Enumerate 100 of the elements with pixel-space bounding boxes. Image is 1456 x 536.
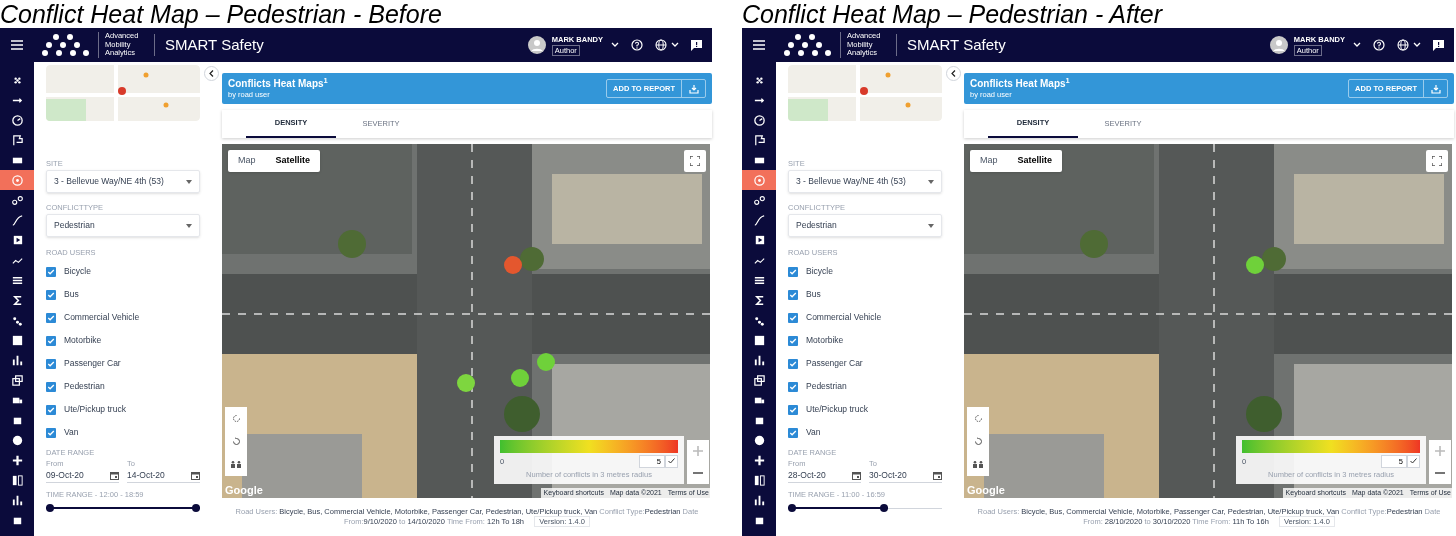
download-icon [1430, 83, 1441, 94]
flag-icon [10, 133, 24, 147]
checkbox-label: Motorbike [64, 334, 102, 347]
globe-icon[interactable] [655, 39, 667, 51]
curve-icon [10, 213, 24, 227]
caret-down-icon [928, 223, 934, 228]
bar-chart-icon [752, 353, 766, 367]
date-field[interactable]: 09-Oct-20 [46, 468, 119, 483]
checkbox-label: Ute/Pickup truck [806, 403, 868, 416]
slider-thumb[interactable] [192, 504, 200, 512]
checkmark-icon [789, 313, 797, 322]
conflict-type-dropdown[interactable]: Pedestrian [46, 214, 200, 237]
checkbox[interactable] [46, 381, 56, 392]
checkmark-icon [47, 313, 55, 322]
checkbox[interactable] [788, 427, 798, 438]
calendar-icon[interactable] [933, 470, 942, 480]
chevron-down-icon[interactable] [1353, 42, 1361, 48]
site-dropdown[interactable]: 3 - Bellevue Way/NE 4th (53) [788, 170, 942, 193]
checkmark-icon [789, 405, 797, 414]
checkmark-icon [789, 267, 797, 276]
menu-icon [753, 40, 765, 50]
caret-down-icon [186, 223, 192, 228]
app-title: SMART Safety [896, 34, 1006, 56]
fullscreen-icon [690, 156, 700, 166]
checkbox-label: Ute/Pickup truck [64, 403, 126, 416]
slider-thumb[interactable] [788, 504, 796, 512]
checkbox[interactable] [788, 312, 798, 323]
checkbox[interactable] [46, 312, 56, 323]
rotate-icon [973, 414, 983, 423]
checkbox-label: Commercial Vehicle [64, 311, 140, 324]
site-dropdown[interactable]: 3 - Bellevue Way/NE 4th (53) [46, 170, 200, 193]
chevron-down-icon[interactable] [1413, 42, 1421, 48]
check-button[interactable] [665, 454, 678, 468]
checkbox[interactable] [46, 289, 56, 300]
help-icon[interactable] [631, 39, 643, 51]
check-icon [1410, 458, 1417, 465]
help-icon[interactable] [1373, 39, 1385, 51]
date-field[interactable]: 30-Oct-20 [869, 468, 942, 483]
menu-icon [11, 40, 23, 50]
collapse-button[interactable] [946, 66, 961, 81]
chevron-left-icon [209, 70, 214, 77]
minus-icon [1435, 472, 1445, 474]
time-range-slider[interactable] [46, 504, 200, 512]
checkbox[interactable] [46, 358, 56, 369]
checkbox[interactable] [788, 335, 798, 346]
checkbox[interactable] [788, 404, 798, 415]
checkmark-icon [47, 336, 55, 345]
caret-down-icon [928, 179, 934, 184]
conflict-type-dropdown[interactable]: Pedestrian [788, 214, 942, 237]
checkmark-icon [789, 359, 797, 368]
fullscreen-button[interactable] [1426, 150, 1448, 172]
collapse-button[interactable] [204, 66, 219, 81]
slider-thumb[interactable] [880, 504, 889, 512]
app-title: SMART Safety [154, 34, 264, 56]
checkmark-icon [789, 290, 797, 299]
avatar-icon [1269, 36, 1288, 54]
rotate-icon [973, 437, 983, 446]
map-logo: Google [225, 484, 263, 496]
map-type-tab[interactable]: Satellite [1007, 150, 1063, 172]
map-type-tab[interactable]: Map [228, 150, 266, 172]
checkbox-label: Bus [806, 288, 821, 301]
compare-icon [752, 473, 766, 487]
calendar-icon[interactable] [110, 470, 119, 480]
date-field[interactable]: 28-Oct-20 [788, 468, 861, 483]
map-type-tab[interactable]: Map [970, 150, 1008, 172]
checkbox[interactable] [46, 404, 56, 415]
check-button[interactable] [1407, 454, 1420, 468]
checkbox-label: Passenger Car [64, 357, 121, 370]
checkmark-icon [789, 382, 797, 391]
checkmark-icon [47, 405, 55, 414]
slider-thumb[interactable] [46, 504, 54, 512]
target-icon [752, 173, 766, 187]
date-field[interactable]: 14-Oct-20 [127, 468, 200, 483]
globe-icon[interactable] [1397, 39, 1409, 51]
checkbox[interactable] [46, 266, 56, 277]
chevron-down-icon[interactable] [671, 42, 679, 48]
fullscreen-button[interactable] [684, 150, 706, 172]
checkbox[interactable] [788, 381, 798, 392]
checkbox[interactable] [46, 427, 56, 438]
checkbox[interactable] [788, 289, 798, 300]
checkbox[interactable] [788, 358, 798, 369]
people-icon [231, 461, 241, 468]
feedback-icon[interactable] [1433, 39, 1444, 51]
check-icon [668, 458, 675, 465]
time-range-slider[interactable] [788, 504, 942, 512]
feedback-icon[interactable] [691, 39, 702, 51]
calendar-icon[interactable] [191, 470, 200, 480]
checkbox-label: Pedestrian [806, 380, 847, 393]
gauge-icon [10, 113, 24, 127]
plus-icon [1435, 446, 1445, 456]
checkbox[interactable] [46, 335, 56, 346]
checkbox[interactable] [788, 266, 798, 277]
report-title: Conflicts Heat Maps$^{1}$ [970, 77, 1070, 90]
sum-icon [752, 293, 766, 307]
checkbox-label: Passenger Car [806, 357, 863, 370]
fullscreen-icon [1432, 156, 1442, 166]
calendar-icon[interactable] [852, 470, 861, 480]
logo-icon [42, 33, 90, 57]
chevron-down-icon[interactable] [611, 42, 619, 48]
map-type-tab[interactable]: Satellite [265, 150, 321, 172]
